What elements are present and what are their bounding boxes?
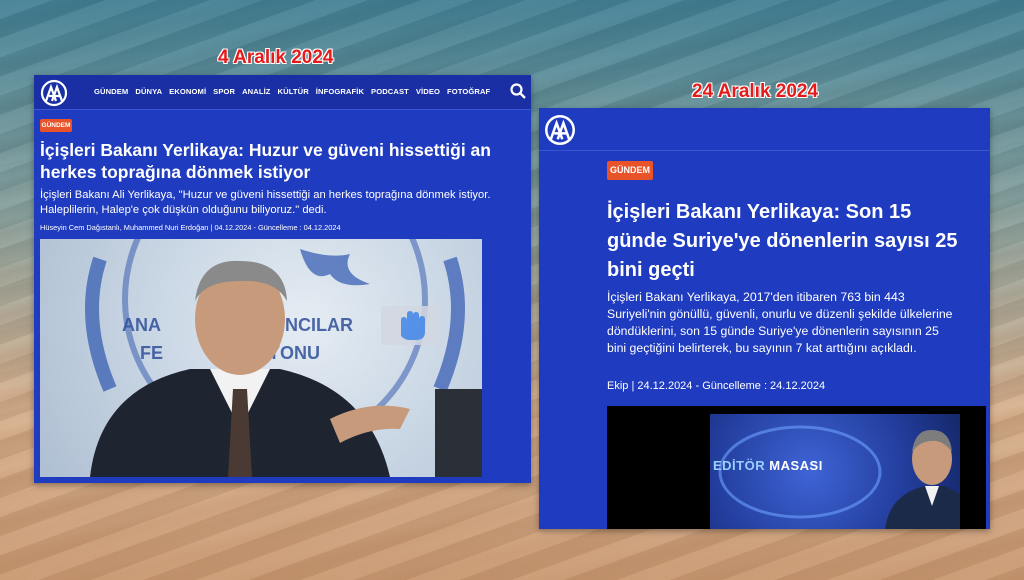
article-byline: Hüseyin Cem Dağıstanlı, Muhammed Nuri Er… [40,223,341,232]
top-nav: GÜNDEM DÜNYA EKONOMİ SPOR ANALİZ KÜLTÜR … [34,75,531,110]
article-title: İçişleri Bakanı Yerlikaya: Huzur ve güve… [40,140,491,182]
search-icon[interactable] [509,82,527,100]
nav-item-video[interactable]: VİDEO [416,87,440,96]
nav-item-podcast[interactable]: PODCAST [371,87,409,96]
video-player[interactable]: EDİTÖR MASASI [607,406,986,529]
article-photo: ANA YINCILAR FE YONU [40,239,482,477]
video-label-part-a: EDİTÖR [713,458,766,473]
article-byline: Ekip | 24.12.2024 - Güncelleme : 24.12.2… [607,380,826,392]
hand-icon[interactable] [381,306,439,345]
right-article-screenshot: GÜNDEM İçişleri Bakanı Yerlikaya: Son 15… [539,108,990,529]
article-summary: İçişleri Bakanı Ali Yerlikaya, "Huzur ve… [40,189,491,216]
aa-logo-icon[interactable] [544,114,576,146]
article-summary: İçişleri Bakanı Yerlikaya, 2017'den itib… [607,290,953,355]
svg-text:ANA: ANA [122,315,161,335]
left-date-caption: 4 Aralık 2024 [218,47,334,68]
nav-item-analiz[interactable]: ANALİZ [242,87,270,96]
nav-item-spor[interactable]: SPOR [213,87,235,96]
nav-item-fotograf[interactable]: FOTOĞRAF [447,87,490,96]
nav-menu: GÜNDEM DÜNYA EKONOMİ SPOR ANALİZ KÜLTÜR … [94,87,490,96]
header [539,108,990,151]
nav-item-dunya[interactable]: DÜNYA [135,87,162,96]
right-date-caption: 24 Aralık 2024 [692,81,819,102]
category-tag[interactable]: GÜNDEM [40,119,72,132]
video-program-label: EDİTÖR MASASI [713,458,823,473]
nav-item-infografik[interactable]: İNFOGRAFİK [316,87,364,96]
video-label-part-b: MASASI [769,458,823,473]
nav-item-kultur[interactable]: KÜLTÜR [278,87,309,96]
nav-item-gundem[interactable]: GÜNDEM [94,87,128,96]
article-title: İçişleri Bakanı Yerlikaya: Son 15 günde … [607,201,958,281]
category-tag[interactable]: GÜNDEM [607,161,653,180]
svg-text:FE: FE [140,343,163,363]
photo-right-gap [482,239,531,477]
nav-item-ekonomi[interactable]: EKONOMİ [169,87,206,96]
aa-logo-icon[interactable] [40,79,68,107]
left-article-screenshot: GÜNDEM DÜNYA EKONOMİ SPOR ANALİZ KÜLTÜR … [34,75,531,483]
